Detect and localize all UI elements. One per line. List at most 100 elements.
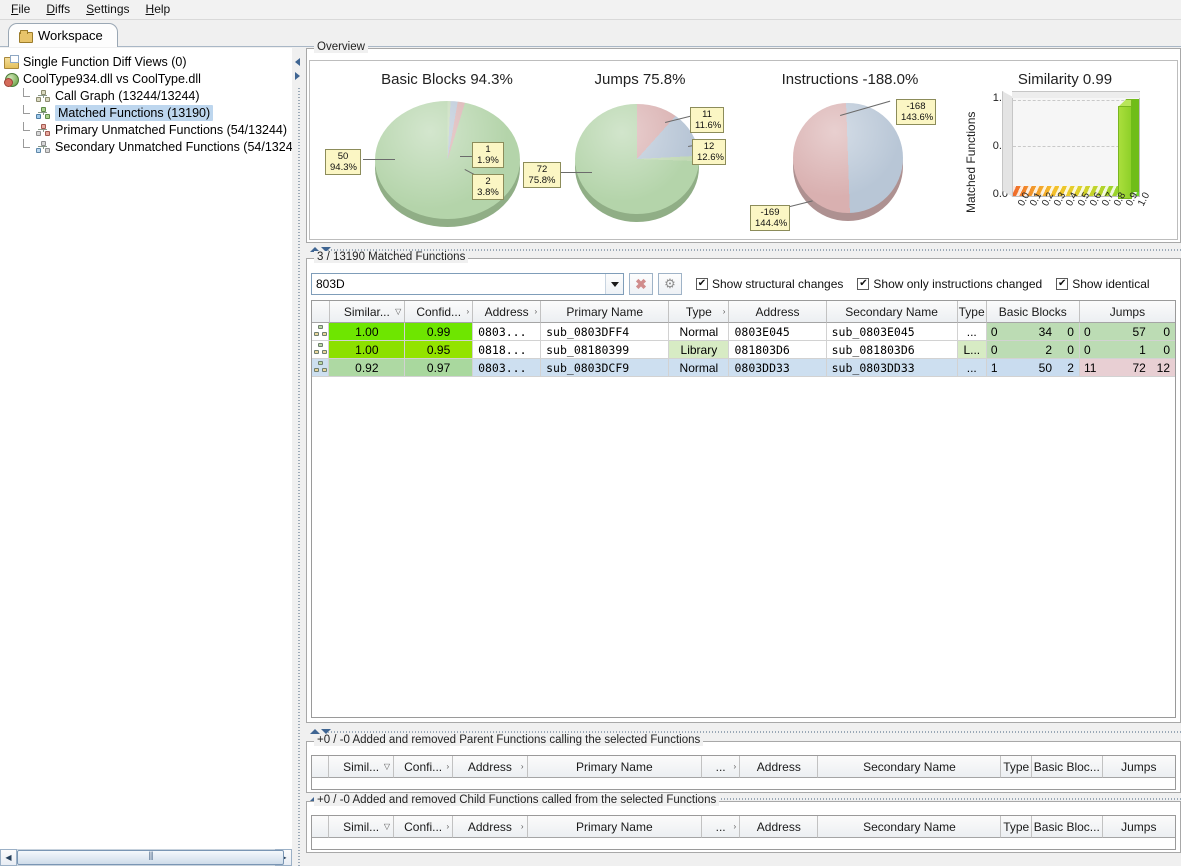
right-pane: Overview Basic Blocks 94.3% 50 94.3% 1 1… [306, 41, 1181, 866]
sort-asc-icon: › [722, 307, 726, 316]
column-header-icon[interactable] [312, 756, 330, 778]
sort-desc-icon: ▽ [383, 762, 391, 771]
table-row[interactable]: 1.00 0.95 0818... sub_08180399 Library 0… [312, 341, 1175, 359]
checkbox-show-only-instructions-changed[interactable]: ✔ Show only instructions changed [857, 277, 1042, 291]
clear-filter-button[interactable]: ✖ [629, 273, 653, 295]
column-header-primary-address[interactable]: Address › [453, 816, 528, 838]
close-icon: ✖ [635, 276, 647, 292]
checkbox-show-identical[interactable]: ✔ Show identical [1056, 277, 1150, 291]
filter-settings-button[interactable]: ⚙ [658, 273, 682, 295]
tab-workspace[interactable]: Workspace [8, 23, 118, 47]
scrollbar-thumb[interactable] [17, 850, 284, 865]
table-row[interactable]: 0.92 0.97 0803... sub_0803DCF9 Normal 08… [312, 359, 1175, 377]
column-header-confidence[interactable]: Confi... › [394, 756, 454, 778]
column-header-icon[interactable] [312, 301, 330, 323]
menu-diffs-label: Diffs [46, 2, 71, 16]
child-functions-panel: +0 / -0 Added and removed Child Function… [306, 794, 1181, 853]
cell-secondary-address: 081803D6 [729, 341, 827, 359]
cell-primary-name: sub_08180399 [541, 341, 670, 359]
column-header-secondary-address[interactable]: Address [740, 756, 819, 778]
tree-item-single-function-diff-views[interactable]: Single Function Diff Views (0) [0, 53, 292, 70]
cell-basic-blocks: 0 34 0 [986, 323, 1080, 341]
column-header-primary-address[interactable]: Address › [473, 301, 542, 323]
column-header-secondary-name[interactable]: Secondary Name [818, 756, 1002, 778]
callout-instr-168: -168 143.6% [896, 99, 936, 125]
column-header-confidence[interactable]: Confi... › [394, 816, 454, 838]
pie-jumps [575, 104, 699, 222]
column-header-jumps[interactable]: Jumps [1102, 756, 1175, 778]
column-header-secondary-name[interactable]: Secondary Name [826, 301, 958, 323]
column-header-primary-name[interactable]: Primary Name [527, 816, 703, 838]
checkbox-show-structural-changes[interactable]: ✔ Show structural changes [696, 277, 843, 291]
cell-similarity: 0.92 [329, 359, 406, 377]
menu-settings[interactable]: Settings [79, 0, 136, 19]
checkbox-icon[interactable]: ✔ [857, 278, 870, 290]
column-header-secondary-address[interactable]: Address [729, 301, 827, 323]
tree-elbow [20, 87, 32, 104]
column-header-secondary-address[interactable]: Address [740, 816, 819, 838]
column-header-basic-blocks[interactable]: Basic Blocks [986, 301, 1080, 323]
column-header-similarity[interactable]: Similar... ▽ [329, 301, 406, 323]
cell-primary-address: 0803... [473, 359, 542, 377]
column-header-basic-blocks[interactable]: Basic Bloc... [1032, 756, 1103, 778]
column-header-secondary-name[interactable]: Secondary Name [818, 816, 1002, 838]
column-header-jumps[interactable]: Jumps [1079, 301, 1175, 323]
sidebar-item-matched-functions[interactable]: Matched Functions (13190) [0, 104, 292, 121]
column-header-jumps[interactable]: Jumps [1102, 816, 1175, 838]
column-header-secondary-type[interactable]: Type [957, 301, 987, 323]
column-header-primary-type[interactable]: ... › [702, 816, 741, 838]
menu-file[interactable]: File [4, 0, 37, 19]
child-functions-title: +0 / -0 Added and removed Child Function… [314, 794, 720, 806]
checkbox-icon[interactable]: ✔ [696, 278, 708, 290]
cell-primary-type: Normal [669, 359, 730, 377]
column-header-secondary-type[interactable]: Type [1001, 756, 1032, 778]
checkbox-icon[interactable]: ✔ [1056, 278, 1069, 290]
sidebar-item-primary-unmatched[interactable]: Primary Unmatched Functions (54/13244) [0, 121, 292, 138]
collapse-right-icon[interactable] [295, 72, 300, 80]
collapse-left-icon[interactable] [295, 58, 300, 66]
cell-primary-name: sub_0803DCF9 [541, 359, 670, 377]
callout-jumps-12: 12 12.6% [692, 139, 726, 165]
column-header-primary-name[interactable]: Primary Name [541, 301, 670, 323]
tree-item-label: CoolType934.dll vs CoolType.dll [23, 71, 201, 86]
chart-similarity: Similarity 0.99 Matched Functions 1.0 0.… [950, 61, 1175, 241]
tree-item-diff-root[interactable]: CoolType934.dll vs CoolType.dll [0, 70, 292, 87]
tree-elbow [20, 121, 32, 138]
tree-item-label: Primary Unmatched Functions (54/13244) [55, 122, 288, 137]
column-header-basic-blocks[interactable]: Basic Bloc... [1032, 816, 1103, 838]
menu-diffs[interactable]: Diffs [39, 0, 77, 19]
column-header-primary-type[interactable]: ... › [702, 756, 741, 778]
cell-jumps: 11 72 12 [1079, 359, 1175, 377]
cell-basic-blocks: 1 50 2 [986, 359, 1080, 377]
column-header-primary-type[interactable]: Type › [669, 301, 730, 323]
tree-item-label: Matched Functions (13190) [55, 104, 214, 121]
tree-horizontal-scrollbar[interactable]: ◀ ▶ [0, 849, 292, 866]
cell-confidence: 0.97 [405, 359, 474, 377]
column-header-similarity[interactable]: Simil... ▽ [329, 816, 395, 838]
matched-functions-title: 3 / 13190 Matched Functions [314, 251, 469, 263]
table-row[interactable]: 1.00 0.99 0803... sub_0803DFF4 Normal 08… [312, 323, 1175, 341]
disc-icon [4, 72, 19, 87]
scroll-left-arrow[interactable]: ◀ [0, 849, 17, 866]
sort-asc-icon: › [466, 307, 470, 316]
filter-combo[interactable] [311, 273, 624, 295]
cell-primary-address: 0818... [473, 341, 542, 359]
similarity-bar-1.0 [1118, 106, 1132, 199]
column-header-confidence[interactable]: Confid... › [405, 301, 474, 323]
function-graph-icon [313, 325, 327, 338]
search-input[interactable] [312, 274, 605, 294]
sort-asc-icon: › [733, 762, 737, 771]
column-header-secondary-type[interactable]: Type [1001, 816, 1032, 838]
column-header-primary-address[interactable]: Address › [453, 756, 528, 778]
column-header-primary-name[interactable]: Primary Name [527, 756, 703, 778]
vertical-splitter[interactable] [292, 48, 306, 866]
sidebar-item-secondary-unmatched[interactable]: Secondary Unmatched Functions (54/13244) [0, 138, 304, 155]
column-header-icon[interactable] [312, 816, 330, 838]
scrollbar-track[interactable] [17, 849, 284, 866]
menu-help[interactable]: Help [139, 0, 178, 19]
column-header-similarity[interactable]: Simil... ▽ [329, 756, 395, 778]
chevron-down-icon[interactable] [605, 274, 623, 294]
cell-secondary-type: ... [957, 359, 987, 377]
tree-item-call-graph[interactable]: Call Graph (13244/13244) [0, 87, 292, 104]
table-header-row: Simil... ▽ Confi... › Address › Primary Nam… [312, 756, 1175, 778]
